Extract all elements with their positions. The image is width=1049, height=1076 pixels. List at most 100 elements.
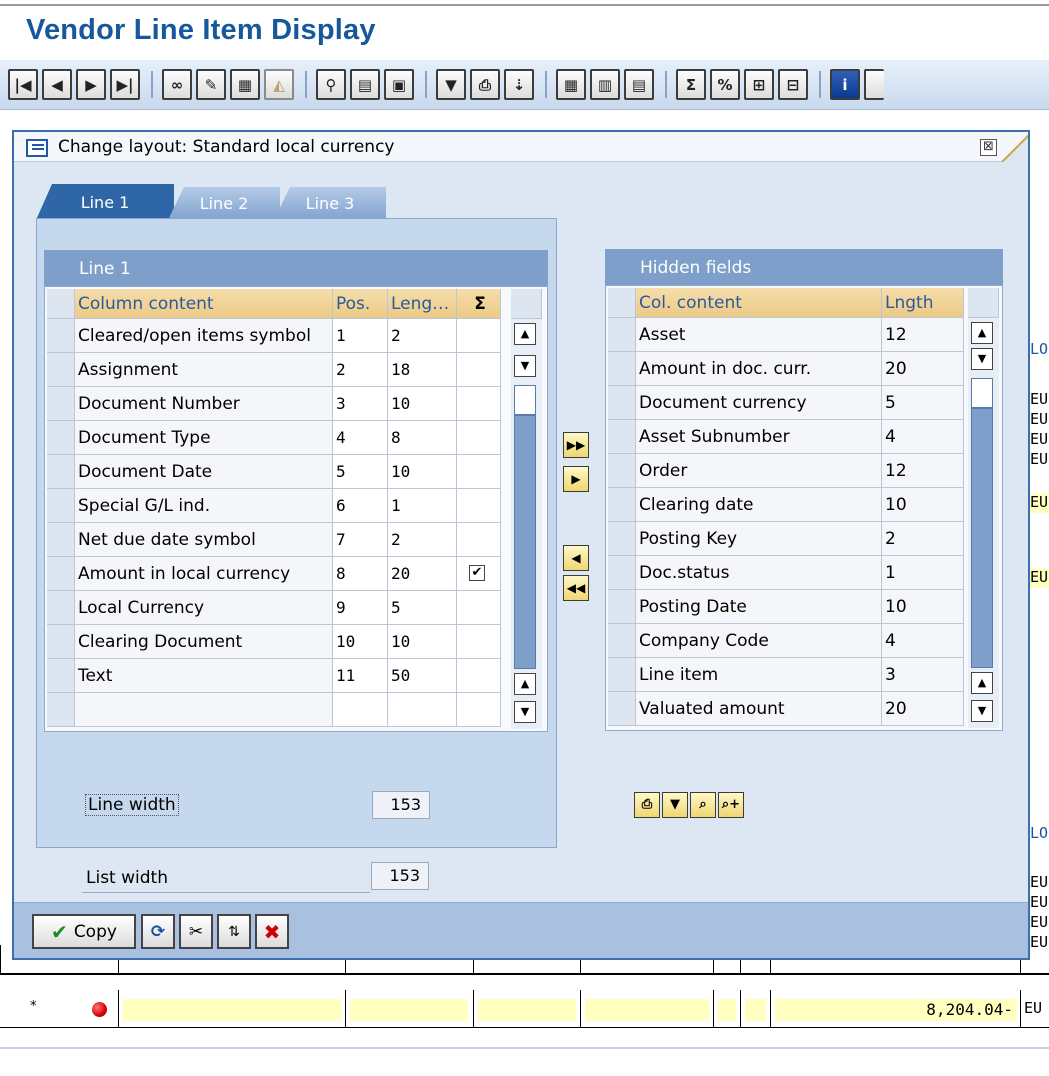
scroll-down-icon[interactable]: ▼ (971, 700, 993, 722)
hidden-field-cell[interactable]: Order (636, 454, 882, 488)
hidden-field-cell[interactable]: Asset (636, 318, 882, 352)
subtotal-icon[interactable]: % (710, 69, 740, 100)
position-cell[interactable]: 7 (333, 523, 388, 557)
column-content-cell[interactable]: Assignment (75, 353, 333, 387)
scrollbar-thumb[interactable] (971, 378, 993, 408)
column-header-length[interactable]: Lngth (882, 288, 964, 318)
sum-cell[interactable] (457, 523, 501, 557)
move-all-right-icon[interactable]: ▶▶ (563, 432, 589, 458)
previous-page-icon[interactable]: ◀ (42, 69, 72, 100)
column-content-cell[interactable] (75, 693, 333, 727)
hidden-field-cell[interactable]: Amount in doc. curr. (636, 352, 882, 386)
column-content-cell[interactable]: Amount in local currency (75, 557, 333, 591)
scrollbar-track[interactable] (514, 415, 536, 669)
close-icon[interactable]: ⊠ (980, 139, 997, 156)
position-cell[interactable]: 5 (333, 455, 388, 489)
grid-c-icon[interactable]: ▤ (624, 69, 654, 100)
length-cell[interactable]: 20 (388, 557, 457, 591)
column-content-cell[interactable]: Cleared/open items symbol (75, 319, 333, 353)
column-settings-header[interactable] (511, 289, 542, 319)
scroll-down-icon[interactable]: ▼ (514, 701, 536, 723)
length-cell[interactable]: 10 (388, 387, 457, 421)
length-cell[interactable]: 50 (388, 659, 457, 693)
scroll-up-icon[interactable]: ▲ (514, 673, 536, 695)
grid-b-icon[interactable]: ▥ (590, 69, 620, 100)
hidden-field-cell[interactable]: Doc.status (636, 556, 882, 590)
first-page-icon[interactable]: |◀ (8, 69, 38, 100)
column-header-pos[interactable]: Pos. (333, 289, 388, 319)
hidden-length-cell[interactable]: 10 (882, 590, 964, 624)
length-cell[interactable]: 2 (388, 319, 457, 353)
row-selector[interactable] (608, 318, 636, 352)
column-header-sum[interactable]: Σ (457, 289, 501, 319)
row-selector[interactable] (47, 319, 75, 353)
hidden-length-cell[interactable]: 5 (882, 386, 964, 420)
tab-line-1[interactable]: Line 1 (36, 184, 174, 220)
total-row[interactable]: * 8,204.04- EU (0, 990, 1049, 1028)
length-cell[interactable]: 18 (388, 353, 457, 387)
scroll-up-icon[interactable]: ▲ (971, 672, 993, 694)
scrollbar-track[interactable] (971, 408, 993, 668)
print-icon[interactable]: ⎙ (634, 792, 660, 818)
choose-detail-icon[interactable]: ◭ (264, 69, 294, 100)
row-selector[interactable] (47, 591, 75, 625)
scroll-down-icon[interactable]: ▼ (514, 355, 536, 377)
display-document-icon[interactable]: ∞ (162, 69, 192, 100)
position-cell[interactable]: 3 (333, 387, 388, 421)
row-selector[interactable] (47, 353, 75, 387)
hidden-field-cell[interactable]: Posting Date (636, 590, 882, 624)
row-selector[interactable] (608, 658, 636, 692)
length-cell[interactable]: 1 (388, 489, 457, 523)
row-selector[interactable] (47, 693, 75, 727)
row-selector[interactable] (47, 659, 75, 693)
row-selector[interactable] (608, 454, 636, 488)
row-selector[interactable] (608, 692, 636, 726)
position-cell[interactable] (333, 693, 388, 727)
sum-cell[interactable] (457, 387, 501, 421)
row-selector[interactable] (608, 624, 636, 658)
position-cell[interactable]: 1 (333, 319, 388, 353)
cut-icon[interactable]: ✂ (179, 914, 213, 949)
row-selector[interactable] (47, 489, 75, 523)
information-icon[interactable]: i (830, 69, 860, 100)
length-cell[interactable]: 5 (388, 591, 457, 625)
sum-cell[interactable] (457, 659, 501, 693)
change-pencil-icon[interactable]: ✎ (196, 69, 226, 100)
next-page-icon[interactable]: ▶ (76, 69, 106, 100)
column-content-cell[interactable]: Document Type (75, 421, 333, 455)
row-selector[interactable] (608, 386, 636, 420)
move-left-icon[interactable]: ◀ (563, 545, 589, 571)
find-icon[interactable]: ⌕ (690, 792, 716, 818)
move-right-icon[interactable]: ▶ (563, 466, 589, 492)
hidden-field-cell[interactable]: Posting Key (636, 522, 882, 556)
hidden-field-cell[interactable]: Document currency (636, 386, 882, 420)
row-selector[interactable] (608, 556, 636, 590)
hidden-length-cell[interactable]: 1 (882, 556, 964, 590)
hidden-field-cell[interactable]: Company Code (636, 624, 882, 658)
hidden-length-cell[interactable]: 12 (882, 318, 964, 352)
row-selector[interactable] (608, 420, 636, 454)
column-content-cell[interactable]: Special G/L ind. (75, 489, 333, 523)
hidden-field-cell[interactable]: Valuated amount (636, 692, 882, 726)
set-filter-a-icon[interactable]: ⚲ (316, 69, 346, 100)
column-content-cell[interactable]: Document Date (75, 455, 333, 489)
column-header-content[interactable]: Col. content (636, 288, 882, 318)
hidden-length-cell[interactable]: 2 (882, 522, 964, 556)
tab-line-3[interactable]: Line 3 (274, 187, 386, 220)
sum-cell[interactable] (457, 693, 501, 727)
position-cell[interactable]: 10 (333, 625, 388, 659)
sum-cell[interactable] (457, 319, 501, 353)
length-cell[interactable] (388, 693, 457, 727)
find-next-icon[interactable]: ⌕+ (718, 792, 744, 818)
vertical-scrollbar[interactable]: ▲ ▼ ▲ ▼ (511, 319, 542, 729)
filter-icon[interactable]: ▼ (662, 792, 688, 818)
row-selector-header[interactable] (608, 288, 636, 318)
position-cell[interactable]: 9 (333, 591, 388, 625)
column-header-content[interactable]: Column content (75, 289, 333, 319)
sort-icon[interactable]: ⇣ (504, 69, 534, 100)
hidden-length-cell[interactable]: 4 (882, 624, 964, 658)
row-selector[interactable] (608, 488, 636, 522)
row-selector[interactable] (47, 421, 75, 455)
hidden-length-cell[interactable]: 10 (882, 488, 964, 522)
vertical-scrollbar[interactable]: ▲ ▼ ▲ ▼ (968, 318, 999, 728)
